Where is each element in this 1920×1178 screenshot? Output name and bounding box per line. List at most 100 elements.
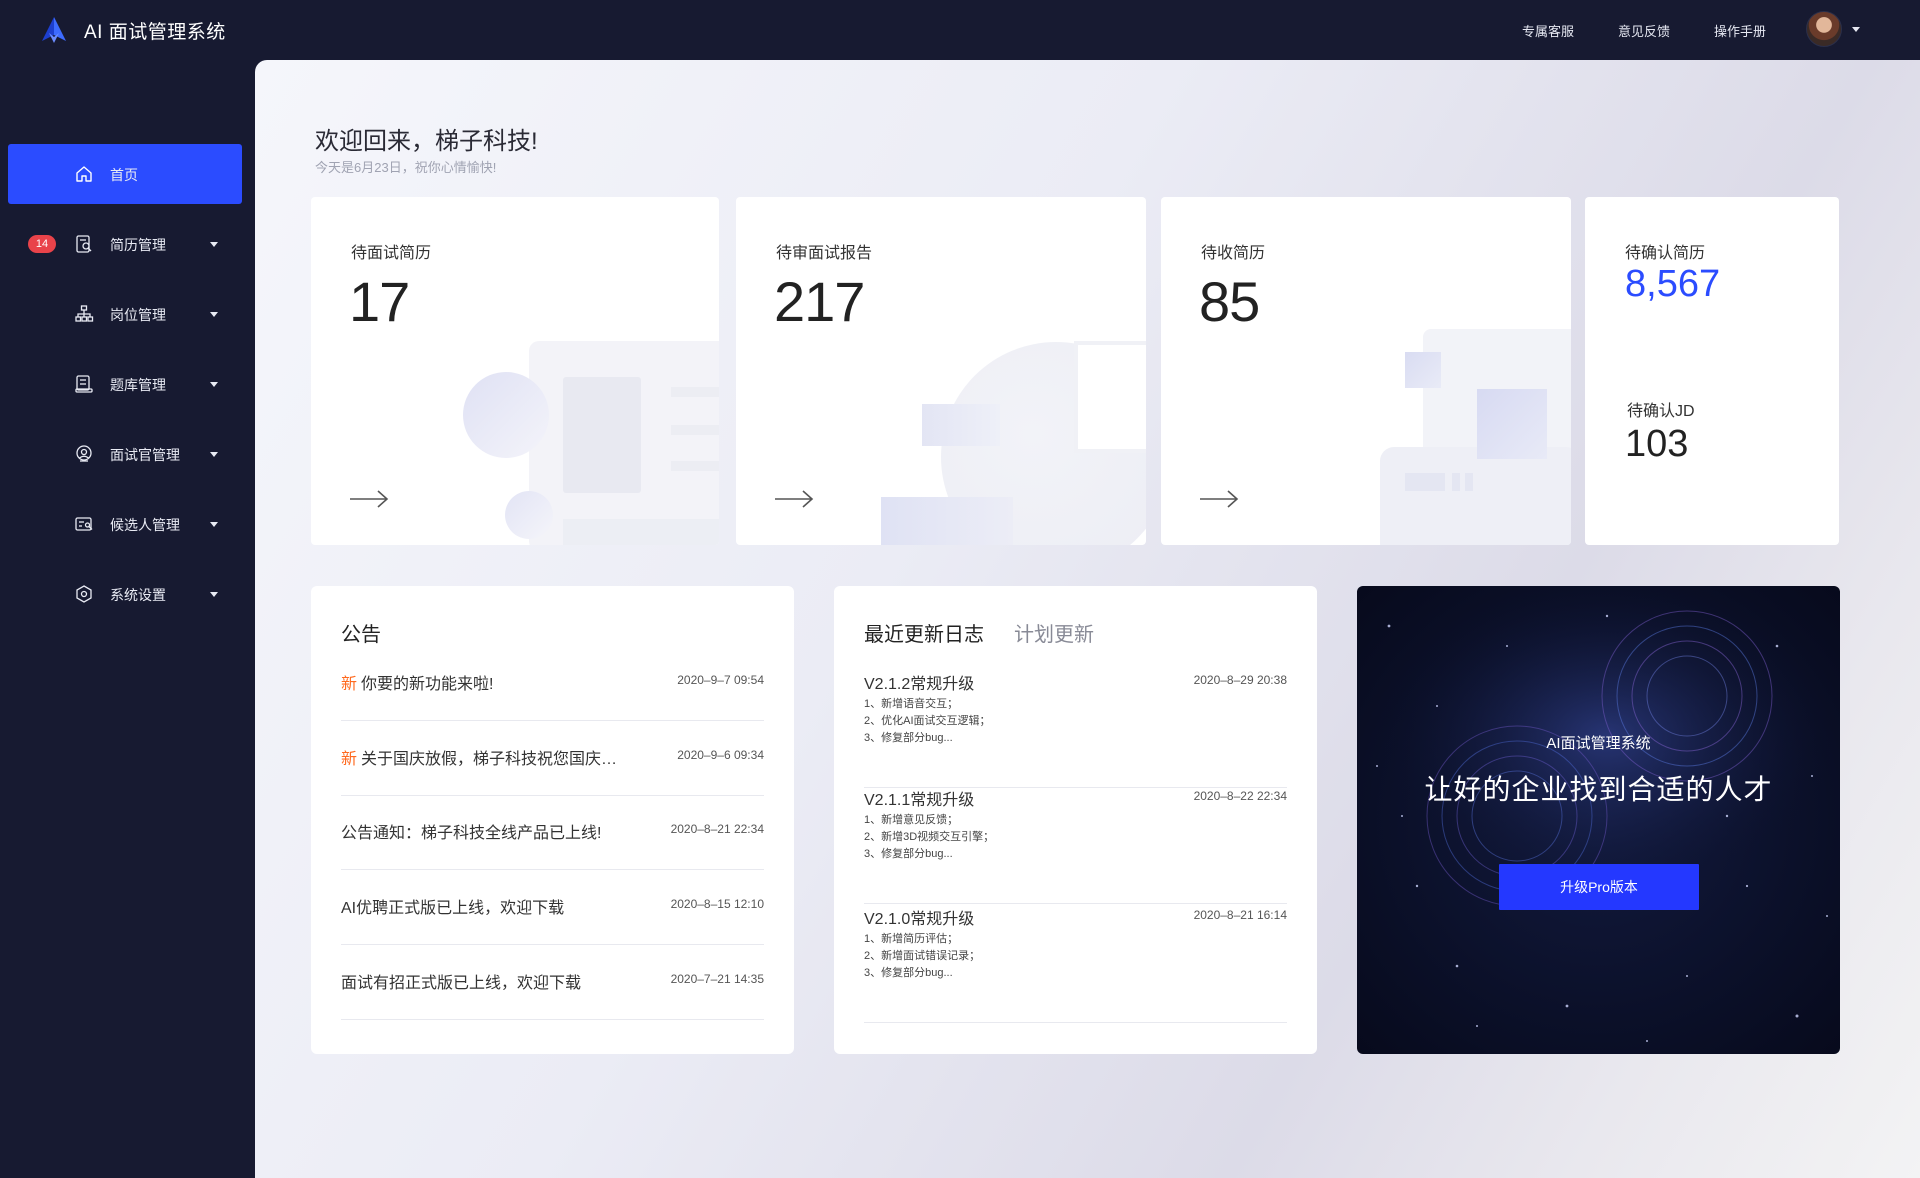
log-details: 1、新增简历评估； 2、新增面试错误记录； 3、修复部分bug... [864,933,981,979]
sidebar-item-label: 岗位管理 [110,307,166,323]
log-date: 2020–8–21 16:14 [1193,908,1287,922]
chevron-down-icon [210,242,218,247]
home-icon [76,166,92,182]
sidebar-item-question-bank[interactable]: 题库管理 [8,354,242,414]
announcement-date: 2020–9–7 09:54 [677,673,764,687]
decoration [671,461,719,471]
chevron-down-icon [210,312,218,317]
sidebar-item-jobs[interactable]: 岗位管理 [8,284,242,344]
candidate-icon [75,517,93,531]
stat-card-pending-resume[interactable]: 待收简历 85 [1161,197,1571,545]
arrow-right-icon[interactable] [349,489,389,509]
decoration [671,425,719,435]
log-details: 1、新增意见反馈； 2、新增3D视频交互引擎； 3、修复部分bug... [864,814,995,860]
chevron-down-icon [210,592,218,597]
announcement-text: 公告通知：梯子科技全线产品已上线! [341,825,602,842]
sidebar-item-interviewers[interactable]: 面试官管理 [8,424,242,484]
new-tag: 新 [341,751,358,768]
decoration [1465,473,1473,491]
announcement-row[interactable]: 公告通知：梯子科技全线产品已上线! 2020–8–21 22:34 [341,795,764,870]
chevron-down-icon [210,382,218,387]
decoration [1452,473,1460,491]
sidebar-item-resume[interactable]: 14 简历管理 [8,214,242,274]
decoration [505,491,553,539]
announcement-row[interactable]: AI优聘正式版已上线，欢迎下载 2020–8–15 12:10 [341,870,764,945]
stat-card-pending-report[interactable]: 待审面试报告 217 [736,197,1146,545]
announcement-panel: 公告 新你要的新功能来啦! 2020–9–7 09:54 新关于国庆放假，梯子科… [311,586,794,1054]
sidebar-item-settings[interactable]: 系统设置 [8,564,242,624]
sidebar-item-label: 简历管理 [110,237,166,253]
log-date: 2020–8–22 22:34 [1193,789,1287,803]
decoration [563,377,641,493]
stat-card-pending-interview[interactable]: 待面试简历 17 [311,197,719,545]
app-logo-icon [42,17,66,43]
announcement-date: 2020–7–21 14:35 [670,972,764,986]
promo-banner: AI面试管理系统 让好的企业找到合适的人才 升级Pro版本 [1357,586,1840,1054]
sidebar-item-label: 候选人管理 [110,517,180,533]
app-title: AI 面试管理系统 [84,22,226,43]
stat-label: 待面试简历 [351,245,432,262]
feedback-link[interactable]: 意见反馈 [1618,21,1670,40]
confirm-resume-value: 8,567 [1625,263,1721,305]
decoration [1405,352,1441,388]
stat-card-pending-confirm[interactable]: 待确认简历 8,567 待确认JD 103 [1585,197,1839,545]
page-title: 欢迎回来，梯子科技! [315,128,538,155]
upgrade-pro-button[interactable]: 升级Pro版本 [1499,864,1699,910]
confirm-resume-label: 待确认简历 [1625,245,1706,262]
sidebar-item-label: 面试官管理 [110,447,180,463]
org-chart-icon [75,305,94,322]
tab-recent-updates[interactable]: 最近更新日志 [864,618,984,647]
announcement-text: 新你要的新功能来啦! [341,676,494,693]
announcement-date: 2020–8–15 12:10 [670,897,764,911]
log-item: V2.1.2常规升级 2020–8–29 20:38 1、新增语音交互； 2、优… [864,670,1287,788]
tab-planned-updates[interactable]: 计划更新 [1014,618,1094,647]
top-bar: AI 面试管理系统 专属客服 意见反馈 操作手册 [0,0,1920,60]
decoration [671,387,719,397]
promo-kicker: AI面试管理系统 [1546,735,1651,752]
announcement-date: 2020–9–6 09:34 [677,748,764,762]
decoration [922,404,1000,446]
manual-link[interactable]: 操作手册 [1714,21,1766,40]
decoration [1477,389,1547,459]
resume-search-icon [76,235,92,253]
log-date: 2020–8–29 20:38 [1193,673,1287,687]
sidebar-item-label: 首页 [110,167,138,183]
announcement-text: 新关于国庆放假，梯子科技祝您国庆… [341,751,618,768]
customer-service-link[interactable]: 专属客服 [1522,21,1574,40]
sidebar-item-candidates[interactable]: 候选人管理 [8,494,242,554]
starfield-background [1376,586,1837,1042]
avatar[interactable] [1806,11,1842,47]
announcement-row[interactable]: 面试有招正式版已上线，欢迎下载 2020–7–21 14:35 [341,945,764,1020]
announcement-row[interactable]: 新你要的新功能来啦! 2020–9–7 09:54 [341,646,764,721]
stat-label: 待审面试报告 [776,245,873,262]
sidebar-item-home[interactable]: 首页 [8,144,242,204]
main-content: 欢迎回来，梯子科技! 今天是6月23日，祝你心情愉快! 待面试简历 17 待审面… [255,60,1920,1178]
sidebar-item-label: 题库管理 [110,377,166,393]
sidebar-item-label: 系统设置 [110,587,166,603]
sidebar: 首页 14 简历管理 岗位管理 题库管理 面试官管理 候选人管理 系统设置 [0,60,255,1178]
arrow-right-icon[interactable] [774,489,814,509]
arrow-right-icon[interactable] [1199,489,1239,509]
new-tag: 新 [341,676,358,693]
question-bank-icon [75,375,93,393]
chevron-down-icon[interactable] [1852,27,1860,32]
confirm-jd-label: 待确认JD [1627,403,1695,420]
announcement-row[interactable]: 新关于国庆放假，梯子科技祝您国庆… 2020–9–6 09:34 [341,721,764,796]
stat-label: 待收简历 [1201,245,1266,262]
decoration [1405,473,1445,491]
log-version: V2.1.2常规升级 [864,676,975,693]
chevron-down-icon [210,452,218,457]
settings-icon [76,585,92,603]
stat-value: 217 [774,270,865,333]
decoration [563,519,719,545]
chevron-down-icon [210,522,218,527]
announcement-text: AI优聘正式版已上线，欢迎下载 [341,900,565,917]
promo-title: 让好的企业找到合适的人才 [1424,774,1773,805]
decoration [1380,447,1571,545]
decoration [881,497,1013,545]
log-item: V2.1.1常规升级 2020–8–22 22:34 1、新增意见反馈； 2、新… [864,786,1287,904]
log-item: V2.1.0常规升级 2020–8–21 16:14 1、新增简历评估； 2、新… [864,905,1287,1023]
page-subtitle: 今天是6月23日，祝你心情愉快! [315,160,497,175]
stat-value: 85 [1199,270,1260,333]
announcement-date: 2020–8–21 22:34 [670,822,764,836]
